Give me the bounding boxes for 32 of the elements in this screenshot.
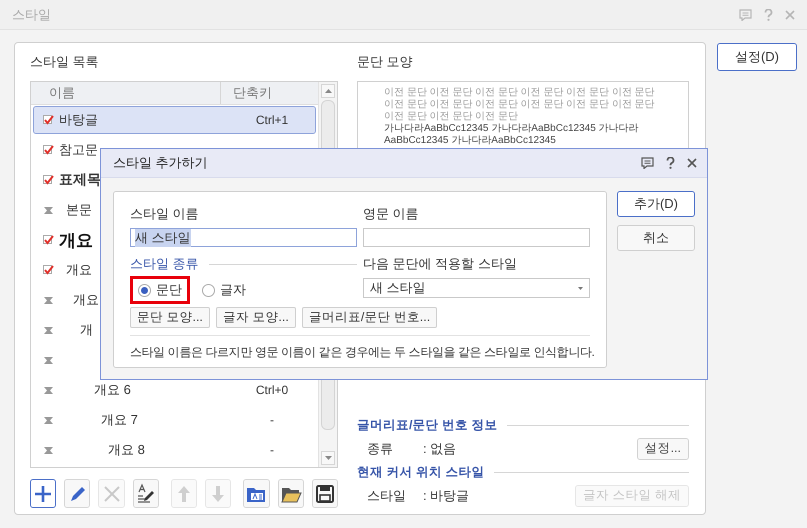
preview-text: 이전 문단 이전 문단 이전 문단 이전 문단 이전 문단 이전 문단 이전 문단 이전 문단 이전 문단 이전 문단 이전 문단 이전 문단 이전 문단 이전 문단 이전 문단 <box>384 87 656 123</box>
preview-text: 가나다라AaBbCc12345 가나다라AaBbCc12345 가나다라AaBbCc12345 가나다라AaBbCc12345 <box>384 123 640 147</box>
info-value: : 없음 <box>423 440 458 458</box>
style-name: 개요 <box>73 291 99 309</box>
style-name: 개요 <box>59 230 93 252</box>
group-label: 스타일 종류 <box>130 255 199 273</box>
section-heading: 글머리표/문단 번호 정보 <box>357 416 498 434</box>
shortcut-text: - <box>269 443 275 457</box>
field-label: 영문 이름 <box>363 205 420 223</box>
style-name: 개요 7 <box>101 411 138 429</box>
field-label: 스타일 이름 <box>130 205 200 223</box>
info-value: : 바탕글 <box>423 486 470 504</box>
window-title: 스타일 <box>12 6 52 24</box>
section-label: 스타일 목록 <box>30 53 100 71</box>
info-label: 스타일 <box>367 486 407 504</box>
shortcut-text: - <box>269 413 275 427</box>
style-name: 본문 <box>66 201 92 219</box>
style-name: 바탕글 <box>59 111 98 129</box>
section-heading: 현재 커서 위치 스타일 <box>357 464 484 480</box>
dialog-title: 스타일 추가하기 <box>113 154 209 172</box>
shortcut-text: Ctrl+0 <box>254 383 290 397</box>
shortcut-text: Ctrl+1 <box>254 113 290 127</box>
field-label: 다음 문단에 적용할 스타일 <box>363 255 518 273</box>
note-text: 스타일 이름은 다르지만 영문 이름이 같은 경우에는 두 스타일을 같은 스타일로 인식합니다. <box>130 344 594 361</box>
style-name: 개요 <box>66 261 92 279</box>
info-label: 종류 <box>367 440 394 458</box>
section-label: 문단 모양 <box>357 53 414 71</box>
style-name: 개요 6 <box>94 381 131 399</box>
style-name: 참고문 <box>59 141 98 159</box>
style-name: 개요 8 <box>108 441 145 459</box>
style-name: 표제목 <box>59 171 101 189</box>
style-name: 개 <box>80 321 93 339</box>
